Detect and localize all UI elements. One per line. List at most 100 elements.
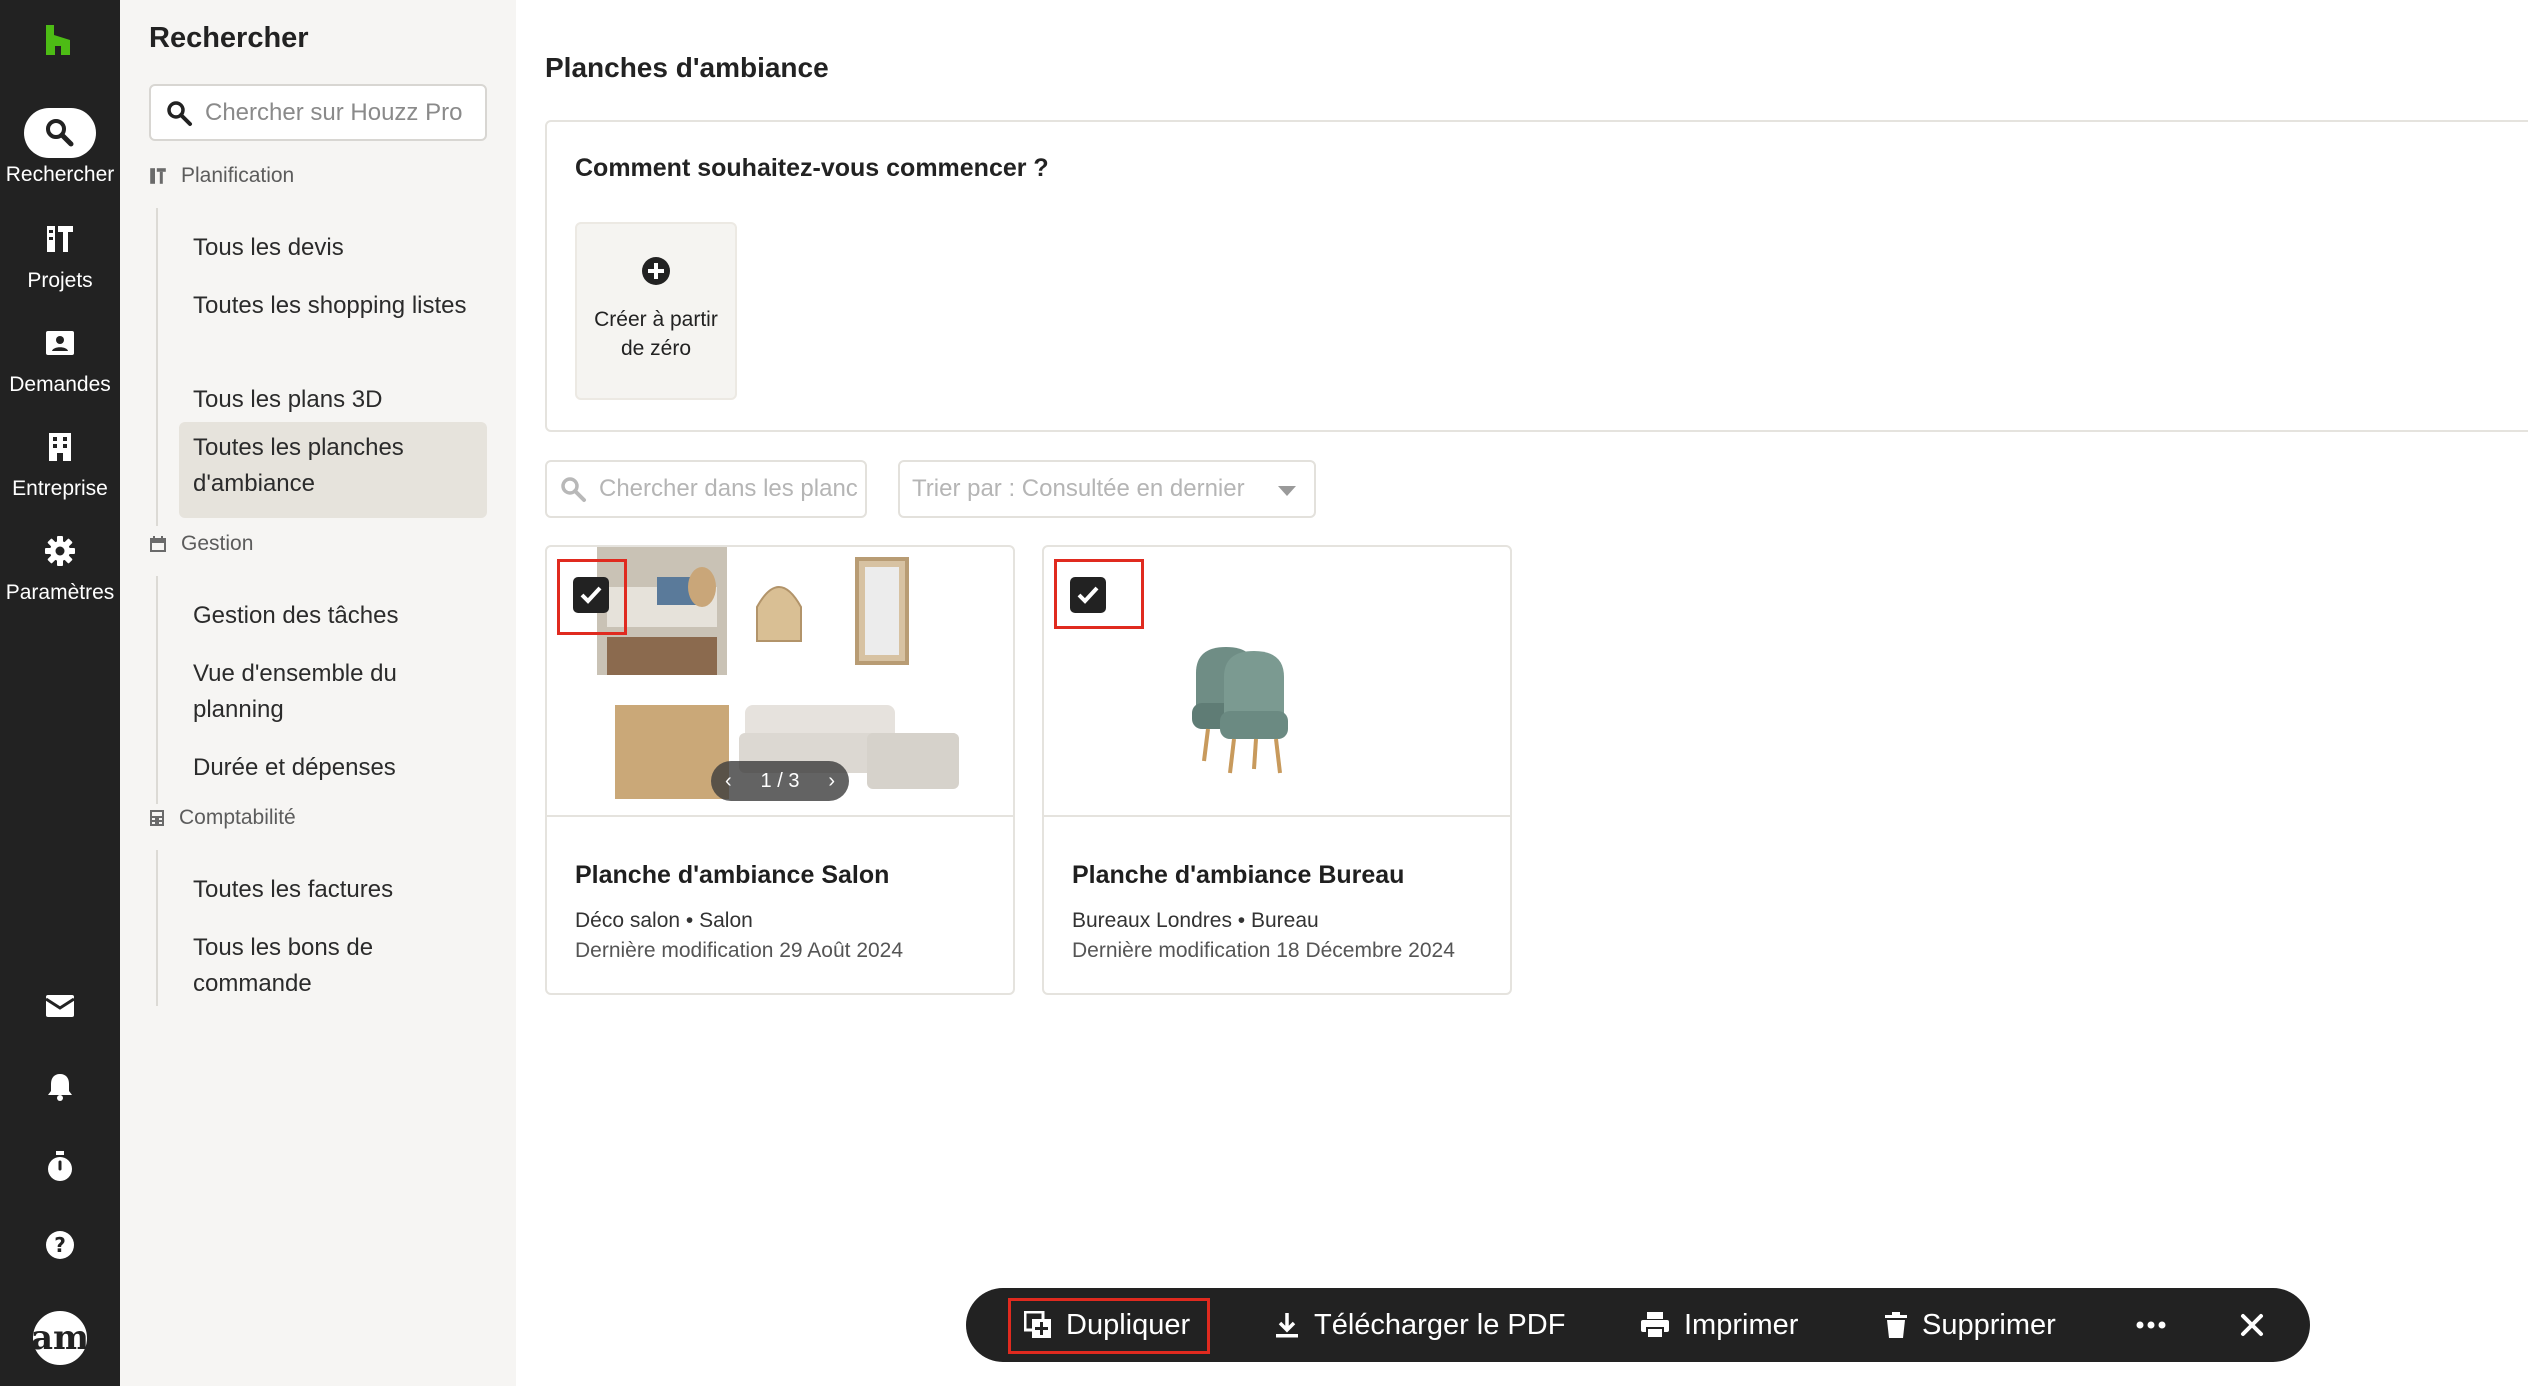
prev-image-icon[interactable]: ‹ [725,770,732,793]
houzz-search-input[interactable] [205,98,475,127]
moodboard-search-input[interactable] [599,475,859,503]
app-root: Rechercher Projets Demandes Entreprise P… [0,0,2528,1386]
card-title[interactable]: Planche d'ambiance Bureau [1072,861,1404,890]
nav-item-planches-ambiance[interactable]: Toutes les planches d'ambiance [179,422,487,518]
section-title: Comptabilité [179,806,296,829]
card-room: Bureau [1251,909,1319,932]
sort-dropdown[interactable]: Trier par : Consultée en dernier [898,460,1316,518]
section-line [156,850,158,1006]
rail-help[interactable]: ? [0,1230,120,1260]
checkmark-icon [1077,586,1099,604]
printer-icon [1641,1312,1669,1339]
section-comptabilite: Comptabilité [149,806,296,830]
search-icon [167,100,192,126]
card-subtitle: Bureaux Londres • Bureau [1072,909,1319,933]
nav-item-vue-planning[interactable]: Vue d'ensemble du planning [179,648,487,736]
card-subtitle: Déco salon • Salon [575,909,753,933]
section-line [156,576,158,804]
search-sidebar: Rechercher Planification Tous les devis … [120,0,516,1386]
moodboard-card[interactable]: ‹ 1 / 3 › Planche d'ambiance Salon Déco … [545,545,1015,995]
separator: • [685,909,694,932]
section-title: Planification [181,164,295,187]
pager-count: 1 / 3 [760,769,800,792]
main-content: Planches d'ambiance Comment souhaitez-vo… [516,0,2528,1386]
section-line [156,208,158,526]
card-project: Bureaux Londres [1072,909,1232,932]
card-modified: Dernière modification 29 Août 2024 [575,939,904,962]
close-action-bar-button[interactable] [2240,1288,2278,1362]
bell-icon [48,1074,72,1101]
nav-item-plans-3d[interactable]: Tous les plans 3D [179,374,487,426]
nav-item-factures[interactable]: Toutes les factures [179,864,487,916]
page-title: Planches d'ambiance [545,52,829,83]
print-button[interactable]: Imprimer [1640,1288,1798,1362]
rail-item-rechercher[interactable]: Rechercher [0,108,120,188]
help-icon: ? [46,1231,74,1259]
building-icon [49,433,71,461]
nav-item-duree-depenses[interactable]: Durée et dépenses [179,742,487,794]
inbox-contact-icon [46,331,74,355]
rail-item-projets[interactable]: Projets [0,214,120,294]
rail-mail[interactable] [0,994,120,1018]
projects-icon [150,168,166,184]
rail-item-parametres[interactable]: Paramètres [0,526,120,606]
nav-item-shopping-listes[interactable]: Toutes les shopping listes [179,280,487,332]
section-planification: Planification [149,164,294,188]
rail-notifications[interactable] [0,1072,120,1102]
calculator-icon [150,810,164,826]
calendar-icon [150,536,166,552]
more-actions-button[interactable] [2136,1288,2180,1362]
rail-avatar[interactable]: am [0,1308,120,1368]
create-label: Créer à partir de zéro [594,308,718,360]
card-title[interactable]: Planche d'ambiance Salon [575,861,889,890]
rail-label: Rechercher [5,163,115,186]
rail-timer[interactable] [0,1150,120,1182]
rail-label: Projets [27,269,93,292]
houzz-logo-icon[interactable] [40,22,76,58]
download-label: Télécharger le PDF [1314,1308,1566,1341]
section-gestion: Gestion [149,532,253,556]
houzz-search-box[interactable] [149,84,487,141]
nav-item-gestion-taches[interactable]: Gestion des tâches [179,590,487,642]
checkmark-icon [580,586,602,604]
projects-icon [47,226,73,252]
close-icon [2241,1314,2263,1336]
gear-icon [45,536,75,566]
next-image-icon[interactable]: › [828,770,835,793]
rail-item-demandes[interactable]: Demandes [0,318,120,398]
moodboard-card[interactable]: Planche d'ambiance Bureau Bureaux Londre… [1042,545,1512,995]
rail-label: Paramètres [5,581,115,604]
card-checkbox[interactable] [573,577,609,613]
duplicate-icon [1024,1311,1051,1338]
start-panel: Comment souhaitez-vous commencer ? Créer… [545,120,2528,432]
rail-label: Entreprise [12,477,108,500]
moodboard-search-box[interactable] [545,460,867,518]
avatar: am [30,1308,90,1368]
download-icon [1276,1313,1298,1338]
nav-item-bons-commande[interactable]: Tous les bons de commande [179,922,487,1010]
sort-label: Trier par : Consultée en dernier [912,475,1245,502]
card-modified: Dernière modification 18 Décembre 2024 [1072,939,1455,962]
plus-circle-icon [642,257,670,285]
search-icon [561,477,586,502]
delete-button[interactable]: Supprimer [1884,1288,2056,1362]
nav-item-devis[interactable]: Tous les devis [179,222,487,274]
card-checkbox[interactable] [1070,577,1106,613]
separator: • [1237,909,1246,932]
image-pager: ‹ 1 / 3 › [711,761,849,801]
section-title: Gestion [181,532,254,555]
search-icon [46,119,74,147]
duplicate-button[interactable]: Dupliquer [1024,1288,1190,1362]
svg-text:?: ? [54,1233,66,1257]
card-project: Déco salon [575,909,681,932]
create-from-scratch-button[interactable]: Créer à partir de zéro [575,222,737,400]
delete-label: Supprimer [1922,1308,2056,1341]
bulk-action-bar: Dupliquer Télécharger le PDF Imprimer Su… [966,1288,2310,1362]
mail-icon [45,995,75,1017]
download-pdf-button[interactable]: Télécharger le PDF [1274,1288,1565,1362]
sidebar-title: Rechercher [149,22,309,54]
timer-icon [48,1151,72,1181]
start-question: Comment souhaitez-vous commencer ? [575,154,1049,182]
duplicate-label: Dupliquer [1066,1308,1191,1341]
rail-item-entreprise[interactable]: Entreprise [0,422,120,502]
